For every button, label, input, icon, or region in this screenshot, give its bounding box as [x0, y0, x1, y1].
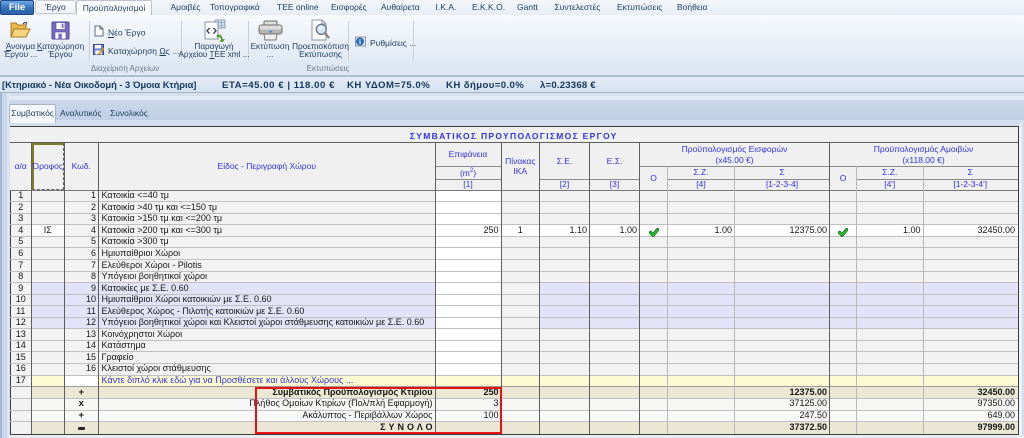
- svg-text:i: i: [359, 38, 361, 46]
